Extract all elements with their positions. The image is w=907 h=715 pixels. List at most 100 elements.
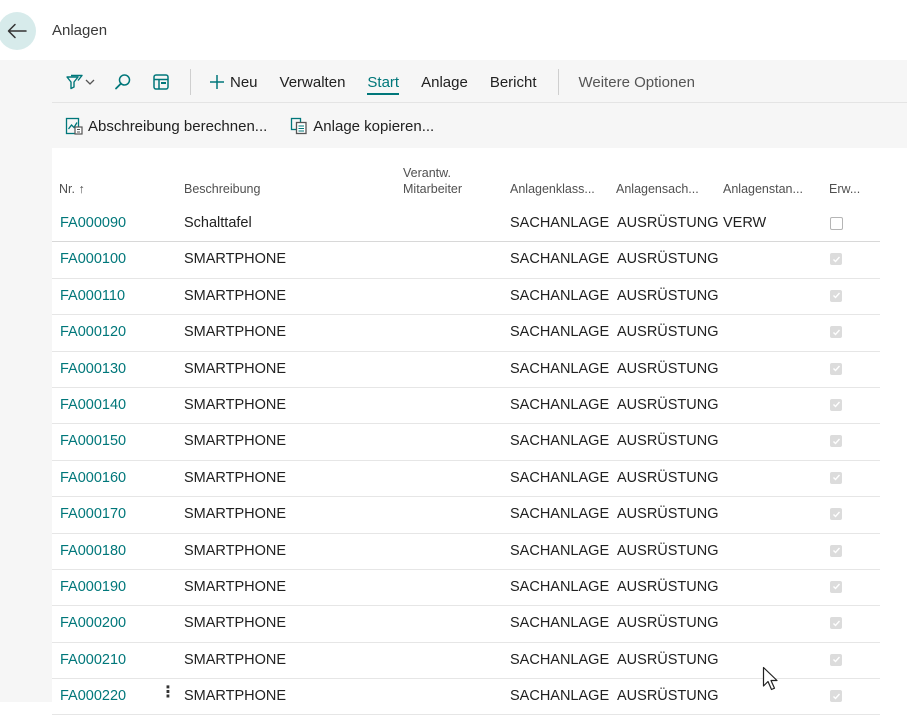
acquired-checkbox[interactable] — [830, 398, 842, 411]
column-header-no[interactable]: Nr. ↑ — [59, 181, 85, 197]
cell-no[interactable]: FA000180 — [60, 534, 126, 569]
acquired-checkbox[interactable] — [830, 217, 843, 230]
cell-subclass: AUSRÜSTUNG — [617, 578, 719, 595]
cell-class: SACHANLAGE — [510, 688, 610, 705]
table-header: Nr. ↑ Beschreibung Verantw. Mitarbeiter … — [52, 148, 907, 206]
arrow-left-icon — [7, 23, 27, 39]
view-layout-button[interactable] — [142, 66, 180, 98]
copy-asset-label: Anlage kopieren... — [313, 117, 435, 135]
acquired-checkbox[interactable] — [830, 544, 842, 557]
table-row[interactable]: FA000100 SMARTPHONE SACHANLAGE AUSRÜSTUNG — [52, 242, 880, 279]
table-row[interactable]: FA000090 Schalttafel SACHANLAGE AUSRÜSTUNG V… — [52, 206, 880, 243]
cell-no[interactable]: FA000140 — [60, 388, 126, 423]
new-button[interactable]: Neu — [201, 66, 269, 98]
new-label: Neu — [230, 73, 258, 91]
cell-class: SACHANLAGE — [510, 360, 610, 377]
column-header-description[interactable]: Beschreibung — [184, 181, 260, 197]
cell-description: SMARTPHONE — [184, 688, 287, 705]
copy-asset-button[interactable]: Anlage kopieren... — [290, 117, 434, 135]
cell-no[interactable]: FA000200 — [60, 606, 126, 641]
cell-class: SACHANLAGE — [510, 324, 610, 341]
cell-class: SACHANLAGE — [510, 542, 610, 559]
acquired-checkbox[interactable] — [830, 580, 842, 593]
cell-no[interactable]: FA000160 — [60, 461, 126, 496]
column-header-acquired[interactable]: Erw... — [829, 181, 860, 197]
check-icon — [832, 656, 840, 663]
table-row[interactable]: FA000130 SMARTPHONE SACHANLAGE AUSRÜSTUNG — [52, 352, 880, 388]
cell-no[interactable]: FA000190 — [60, 570, 126, 605]
cell-class: SACHANLAGE — [510, 287, 610, 304]
tab-start[interactable]: Start — [356, 66, 410, 98]
table-row[interactable]: FA000180 SMARTPHONE SACHANLAGE AUSRÜSTUNG — [52, 534, 880, 570]
cell-no[interactable]: FA000130 — [60, 352, 126, 387]
cell-subclass: AUSRÜSTUNG — [617, 287, 719, 304]
cell-description: SMARTPHONE — [184, 615, 287, 632]
tab-verwalten[interactable]: Verwalten — [269, 66, 357, 98]
search-button[interactable] — [104, 66, 142, 98]
cell-no[interactable]: FA000170 — [60, 497, 126, 532]
check-icon — [832, 620, 840, 627]
cell-no[interactable]: FA000110 — [60, 279, 125, 314]
page-title: Anlagen — [52, 22, 108, 39]
more-options-button[interactable]: Weitere Optionen — [569, 66, 706, 98]
check-icon — [832, 511, 840, 518]
cell-class: SACHANLAGE — [510, 396, 610, 413]
cell-no[interactable]: FA000100 — [60, 242, 126, 277]
more-vertical-icon[interactable]: ⋮ — [160, 679, 176, 707]
table-row[interactable]: FA000190 SMARTPHONE SACHANLAGE AUSRÜSTUNG — [52, 570, 880, 607]
table-row[interactable]: FA000160 SMARTPHONE SACHANLAGE AUSRÜSTUNG — [52, 461, 880, 498]
table-row[interactable]: FA000200 SMARTPHONE SACHANLAGE AUSRÜSTUNG — [52, 606, 880, 643]
check-icon — [832, 438, 840, 445]
cell-description: Schalttafel — [184, 215, 252, 231]
table-row[interactable]: FA000220 SMARTPHONE SACHANLAGE AUSRÜSTUNG ⋮ — [52, 679, 880, 715]
cell-class: SACHANLAGE — [510, 506, 610, 523]
acquired-checkbox[interactable] — [830, 435, 842, 448]
acquired-checkbox[interactable] — [830, 326, 842, 339]
column-header-class[interactable]: Anlagenklass... — [510, 181, 595, 197]
check-icon — [832, 547, 840, 554]
separator — [557, 69, 559, 95]
check-icon — [832, 693, 840, 700]
cell-description: SMARTPHONE — [184, 651, 287, 668]
column-header-location[interactable]: Anlagenstan... — [723, 181, 803, 197]
acquired-checkbox[interactable] — [830, 471, 842, 484]
table-row[interactable]: FA000140 SMARTPHONE SACHANLAGE AUSRÜSTUNG — [52, 388, 880, 425]
acquired-checkbox[interactable] — [830, 253, 842, 266]
cell-class: SACHANLAGE — [510, 651, 610, 668]
cell-description: SMARTPHONE — [184, 287, 287, 304]
acquired-checkbox[interactable] — [830, 508, 842, 521]
cell-no[interactable]: FA000150 — [60, 424, 126, 459]
cell-subclass: AUSRÜSTUNG — [617, 651, 719, 668]
acquired-checkbox[interactable] — [830, 653, 842, 666]
cell-subclass: AUSRÜSTUNG — [617, 215, 719, 231]
cell-no[interactable]: FA000120 — [60, 315, 126, 350]
cell-description: SMARTPHONE — [184, 506, 287, 523]
calc-depreciation-button[interactable]: Abschreibung berechnen... — [65, 117, 267, 135]
column-header-responsible[interactable]: Verantw. Mitarbeiter — [403, 165, 462, 197]
promoted-actions: Abschreibung berechnen... Anlage kopiere… — [52, 102, 907, 150]
column-header-subclass[interactable]: Anlagensach... — [616, 181, 699, 197]
table-row[interactable]: FA000170 SMARTPHONE SACHANLAGE AUSRÜSTUNG — [52, 497, 880, 534]
acquired-checkbox[interactable] — [830, 617, 842, 630]
table-row[interactable]: FA000150 SMARTPHONE SACHANLAGE AUSRÜSTUNG — [52, 424, 880, 461]
cell-subclass: AUSRÜSTUNG — [617, 688, 719, 705]
cell-no[interactable]: FA000090 — [60, 206, 126, 241]
check-icon — [832, 292, 840, 299]
acquired-checkbox[interactable] — [830, 362, 842, 375]
cell-description: SMARTPHONE — [184, 469, 287, 486]
tab-anlage[interactable]: Anlage — [410, 66, 479, 98]
cell-subclass: AUSRÜSTUNG — [617, 542, 719, 559]
table-body: FA000090 Schalttafel SACHANLAGE AUSRÜSTUNG V… — [52, 206, 880, 715]
check-icon — [832, 329, 840, 336]
acquired-checkbox[interactable] — [830, 690, 842, 703]
acquired-checkbox[interactable] — [830, 289, 842, 302]
column-header-responsible-line1: Verantw. — [403, 166, 451, 180]
filter-pane-button[interactable] — [52, 66, 104, 98]
cell-no[interactable]: FA000220 — [60, 679, 126, 714]
back-button[interactable] — [0, 12, 36, 50]
tab-bericht[interactable]: Bericht — [479, 66, 548, 98]
table-row[interactable]: FA000110 SMARTPHONE SACHANLAGE AUSRÜSTUNG — [52, 279, 880, 316]
table-row[interactable]: FA000120 SMARTPHONE SACHANLAGE AUSRÜSTUNG — [52, 315, 880, 352]
cell-no[interactable]: FA000210 — [60, 643, 126, 678]
table-row[interactable]: FA000210 SMARTPHONE SACHANLAGE AUSRÜSTUNG — [52, 643, 880, 680]
